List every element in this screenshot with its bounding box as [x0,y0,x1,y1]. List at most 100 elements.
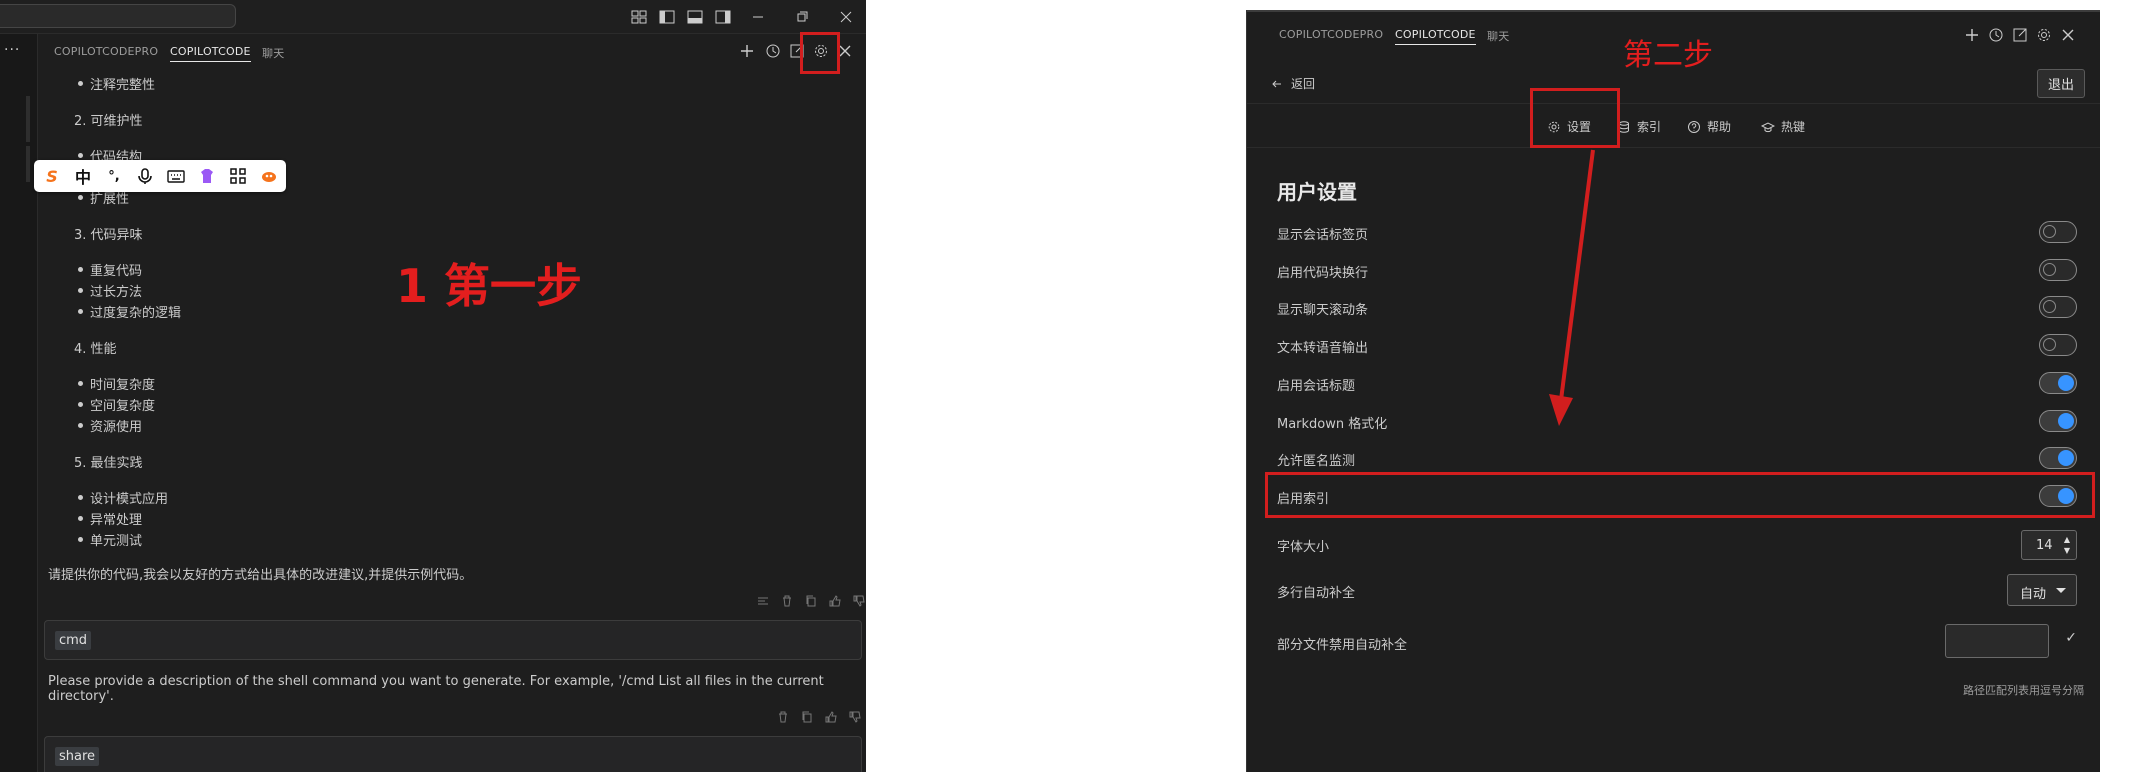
assistant-cmd-reply: Please provide a description of the shel… [48,674,824,704]
sogou-logo-icon[interactable]: S [42,166,62,186]
disable-autocomplete-hint: 路径匹配列表用逗号分隔 [1963,684,2084,697]
microphone-icon[interactable] [135,166,155,186]
list-item: 注释完整性 [77,74,155,93]
setting-label: 文本转语音输出 [1277,341,1369,356]
toolbox-grid-icon[interactable] [228,166,248,186]
setting-toggle[interactable] [2039,296,2077,318]
font-size-label: 字体大小 [1277,540,1330,555]
setting-label: 启用会话标题 [1277,379,1356,394]
list-heading: 2. 可维护性 [74,114,143,129]
slash-command-label: cmd [55,631,92,650]
toggle-sidebar-icon[interactable] [658,8,676,26]
setting-row: 启用会话标题 [1277,369,2077,397]
font-size-stepper[interactable]: 14 ▲ ▼ [2021,530,2077,560]
enable-index-highlight-box [1265,472,2095,518]
setting-row: 允许匿名监测 [1277,444,2077,472]
settings-highlight-box [800,32,840,74]
layout-controls [630,8,732,26]
setting-toggle[interactable] [2039,221,2077,243]
list-item: 重复代码 [77,260,142,279]
step-one-annotation: 1 第一步 [396,259,583,313]
toggle-panel-icon[interactable] [686,8,704,26]
tab-chat[interactable]: 聊天 [262,45,284,61]
close-window-icon[interactable] [836,7,856,27]
setting-row: 启用代码块换行 [1277,256,2077,284]
list-item: 空间复杂度 [77,395,155,414]
list-item: 异常处理 [77,509,142,528]
copy-icon[interactable] [804,594,818,608]
stepper-arrows-icon[interactable]: ▲ ▼ [2064,534,2070,556]
chevron-down-icon [2056,588,2066,593]
thumbs-up-icon[interactable] [824,710,838,724]
setting-toggle[interactable] [2039,259,2077,281]
assistant-closing-text: 请提供你的代码,我会以友好的方式给出具体的改进建议,并提供示例代码。 [48,568,473,583]
user-message-cmd: cmd [44,620,862,660]
message-actions [776,710,862,724]
setting-toggle[interactable] [2039,334,2077,356]
ime-toolbar: S 中 °, [34,160,286,192]
setting-row: 文本转语音输出 [1277,331,2077,359]
check-icon[interactable]: ✓ [2065,630,2077,646]
list-item: 时间复杂度 [77,374,155,393]
command-center-input[interactable] [0,4,236,28]
setting-label: 启用代码块换行 [1277,266,1369,281]
multiline-select[interactable]: 自动 [2007,574,2077,606]
copy-icon[interactable] [800,710,814,724]
keyboard-icon[interactable] [166,166,186,186]
toggle-knob [2058,375,2074,391]
toggle-secondary-sidebar-icon[interactable] [714,8,732,26]
list-heading: 3. 代码异味 [74,228,143,243]
section-title: 用户设置 [1277,180,1357,204]
user-message-share: share [44,736,862,772]
tab-copilotcodepro[interactable]: COPILOTCODEPRO [54,45,158,58]
ime-chinese-mode[interactable]: 中 [73,166,93,187]
left-screenshot: ··· COPILOTCODEPRO COPILOTCODE 聊天 注释完整性 … [0,0,866,772]
setting-toggle[interactable] [2039,410,2077,432]
minimize-icon[interactable] [748,7,768,27]
list-heading: 4. 性能 [74,342,117,357]
activity-gutter: ··· [0,34,38,772]
thumbs-down-icon[interactable] [852,594,866,608]
toggle-knob [2043,263,2056,276]
trash-icon[interactable] [776,710,790,724]
list-item: 资源使用 [77,416,142,435]
toggle-knob [2043,225,2056,238]
skin-icon[interactable] [197,166,217,186]
list-item: 过长方法 [77,281,142,300]
list-item: 过度复杂的逻辑 [77,302,181,321]
setting-toggle[interactable] [2039,372,2077,394]
list-item: 单元测试 [77,530,142,549]
thumbs-up-icon[interactable] [828,594,842,608]
setting-row: 显示会话标签页 [1277,218,2077,246]
setting-label: 显示会话标签页 [1277,228,1369,243]
setting-row: Markdown 格式化 [1277,407,2077,435]
scroll-marker [26,146,30,182]
disable-autocomplete-label: 部分文件禁用自动补全 [1277,638,1408,653]
restore-icon[interactable] [792,7,812,27]
customize-layout-icon[interactable] [630,8,648,26]
toggle-knob [2043,338,2056,351]
list-item: 设计模式应用 [77,488,168,507]
title-bar [0,0,866,34]
setting-row: 显示聊天滚动条 [1277,293,2077,321]
disable-autocomplete-input[interactable] [1945,624,2049,658]
insert-icon[interactable] [756,594,770,608]
list-heading: 5. 最佳实践 [74,456,143,471]
toggle-knob [2058,450,2074,466]
ime-punctuation[interactable]: °, [104,166,124,186]
trash-icon[interactable] [780,594,794,608]
tab-copilotcode[interactable]: COPILOTCODE [170,45,251,62]
disable-autocomplete-row: 部分文件禁用自动补全 ✓ [1277,624,2077,658]
toggle-knob [2058,413,2074,429]
mascot-icon[interactable] [259,166,279,186]
setting-label: Markdown 格式化 [1277,417,1388,432]
setting-toggle[interactable] [2039,447,2077,469]
multiline-label: 多行自动补全 [1277,586,1356,601]
history-icon[interactable] [764,42,782,60]
setting-label: 显示聊天滚动条 [1277,303,1369,318]
multiline-value: 自动 [2020,587,2047,602]
plus-icon[interactable] [738,42,756,60]
scroll-marker [26,96,30,142]
more-icon[interactable]: ··· [4,42,20,58]
thumbs-down-icon[interactable] [848,710,862,724]
